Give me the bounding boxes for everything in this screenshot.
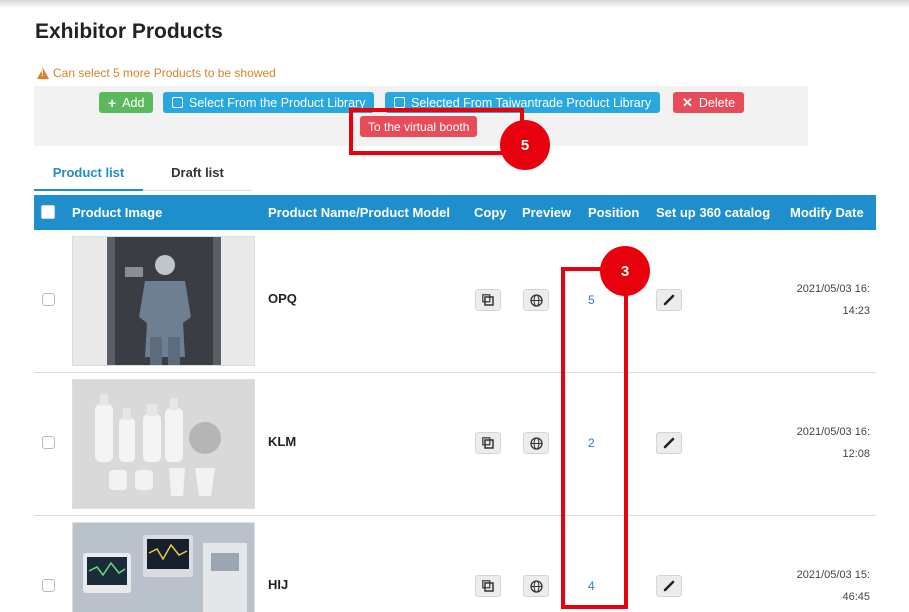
copy-button[interactable] [475,289,501,311]
annotation-callout-3: 3 [600,246,650,296]
add-button[interactable]: + Add [99,92,154,113]
pencil-icon [663,580,675,592]
edit-360-button[interactable] [656,432,682,454]
tab-draft-list[interactable]: Draft list [143,155,252,191]
table-row: KLM 2 2021/05/03 16: 12:08 [34,373,876,516]
modify-date-line1: 2021/05/03 15: [796,569,870,581]
delete-button-label: Delete [698,95,736,110]
product-image-hij [72,522,255,612]
header-product-name: Product Name/Product Model [268,205,451,220]
product-image-klm [72,379,255,509]
delete-button[interactable]: ✕ Delete [673,92,745,113]
table-row: OPQ 5 2021/05/03 16: 14:23 [34,230,876,373]
copy-icon [482,294,494,306]
annotation-callout-5: 5 [500,120,550,170]
header-copy: Copy [474,205,507,220]
mannequin-scrubs-photo [107,237,221,365]
copy-icon [482,580,494,592]
select-from-library-button[interactable]: Select From the Product Library [163,92,375,113]
product-name: HIJ [268,577,289,592]
page-title: Exhibitor Products [35,20,223,43]
header-360-catalog: Set up 360 catalog [656,205,771,220]
product-name: KLM [268,434,297,449]
row-checkbox[interactable] [42,436,55,449]
modify-date-line1: 2021/05/03 16: [796,426,870,438]
modify-date: 2021/05/03 15: 46:45 [774,564,870,608]
medical-monitors-photo [73,523,254,612]
top-shadow [0,0,909,8]
preview-button[interactable] [523,289,549,311]
copy-button[interactable] [475,432,501,454]
table-row: HIJ 4 2021/05/03 15: 46:45 [34,516,876,612]
close-icon: ✕ [682,94,693,110]
cosmetic-bottles-photo [95,394,221,496]
header-position: Position [588,205,640,220]
edit-360-button[interactable] [656,289,682,311]
warning-icon [37,67,49,79]
cube-icon [394,97,405,108]
selection-notice-text: Can select 5 more Products to be showed [53,66,276,80]
annotation-box-position [561,267,628,609]
preview-button[interactable] [523,575,549,597]
plus-icon: + [108,94,117,111]
product-name: OPQ [268,291,297,306]
selection-notice: Can select 5 more Products to be showed [37,66,276,80]
annotation-box-virtual-booth [349,108,524,155]
copy-icon [482,437,494,449]
row-checkbox[interactable] [42,579,55,592]
header-modify-date: Modify Date [790,205,864,220]
edit-360-button[interactable] [656,575,682,597]
cube-icon [172,97,183,108]
select-all-checkbox[interactable] [41,205,55,219]
tab-bar: Product list Draft list [34,155,254,191]
header-preview: Preview [522,205,572,220]
modify-date: 2021/05/03 16: 14:23 [774,278,870,322]
globe-icon [529,579,543,593]
globe-icon [529,293,543,307]
modify-date-line2: 14:23 [842,305,870,317]
pencil-icon [663,294,675,306]
modify-date: 2021/05/03 16: 12:08 [774,421,870,465]
copy-button[interactable] [475,575,501,597]
add-button-label: Add [122,95,145,110]
row-checkbox[interactable] [42,293,55,306]
pencil-icon [663,437,675,449]
preview-button[interactable] [523,432,549,454]
select-from-library-label: Select From the Product Library [189,95,366,110]
header-product-image: Product Image [72,205,163,220]
product-image-opq [72,236,255,366]
modify-date-line1: 2021/05/03 16: [796,283,870,295]
table-header: Product Image Product Name/Product Model… [34,195,876,230]
tab-product-list[interactable]: Product list [34,155,143,191]
globe-icon [529,436,543,450]
modify-date-line2: 46:45 [842,591,870,603]
modify-date-line2: 12:08 [842,448,870,460]
